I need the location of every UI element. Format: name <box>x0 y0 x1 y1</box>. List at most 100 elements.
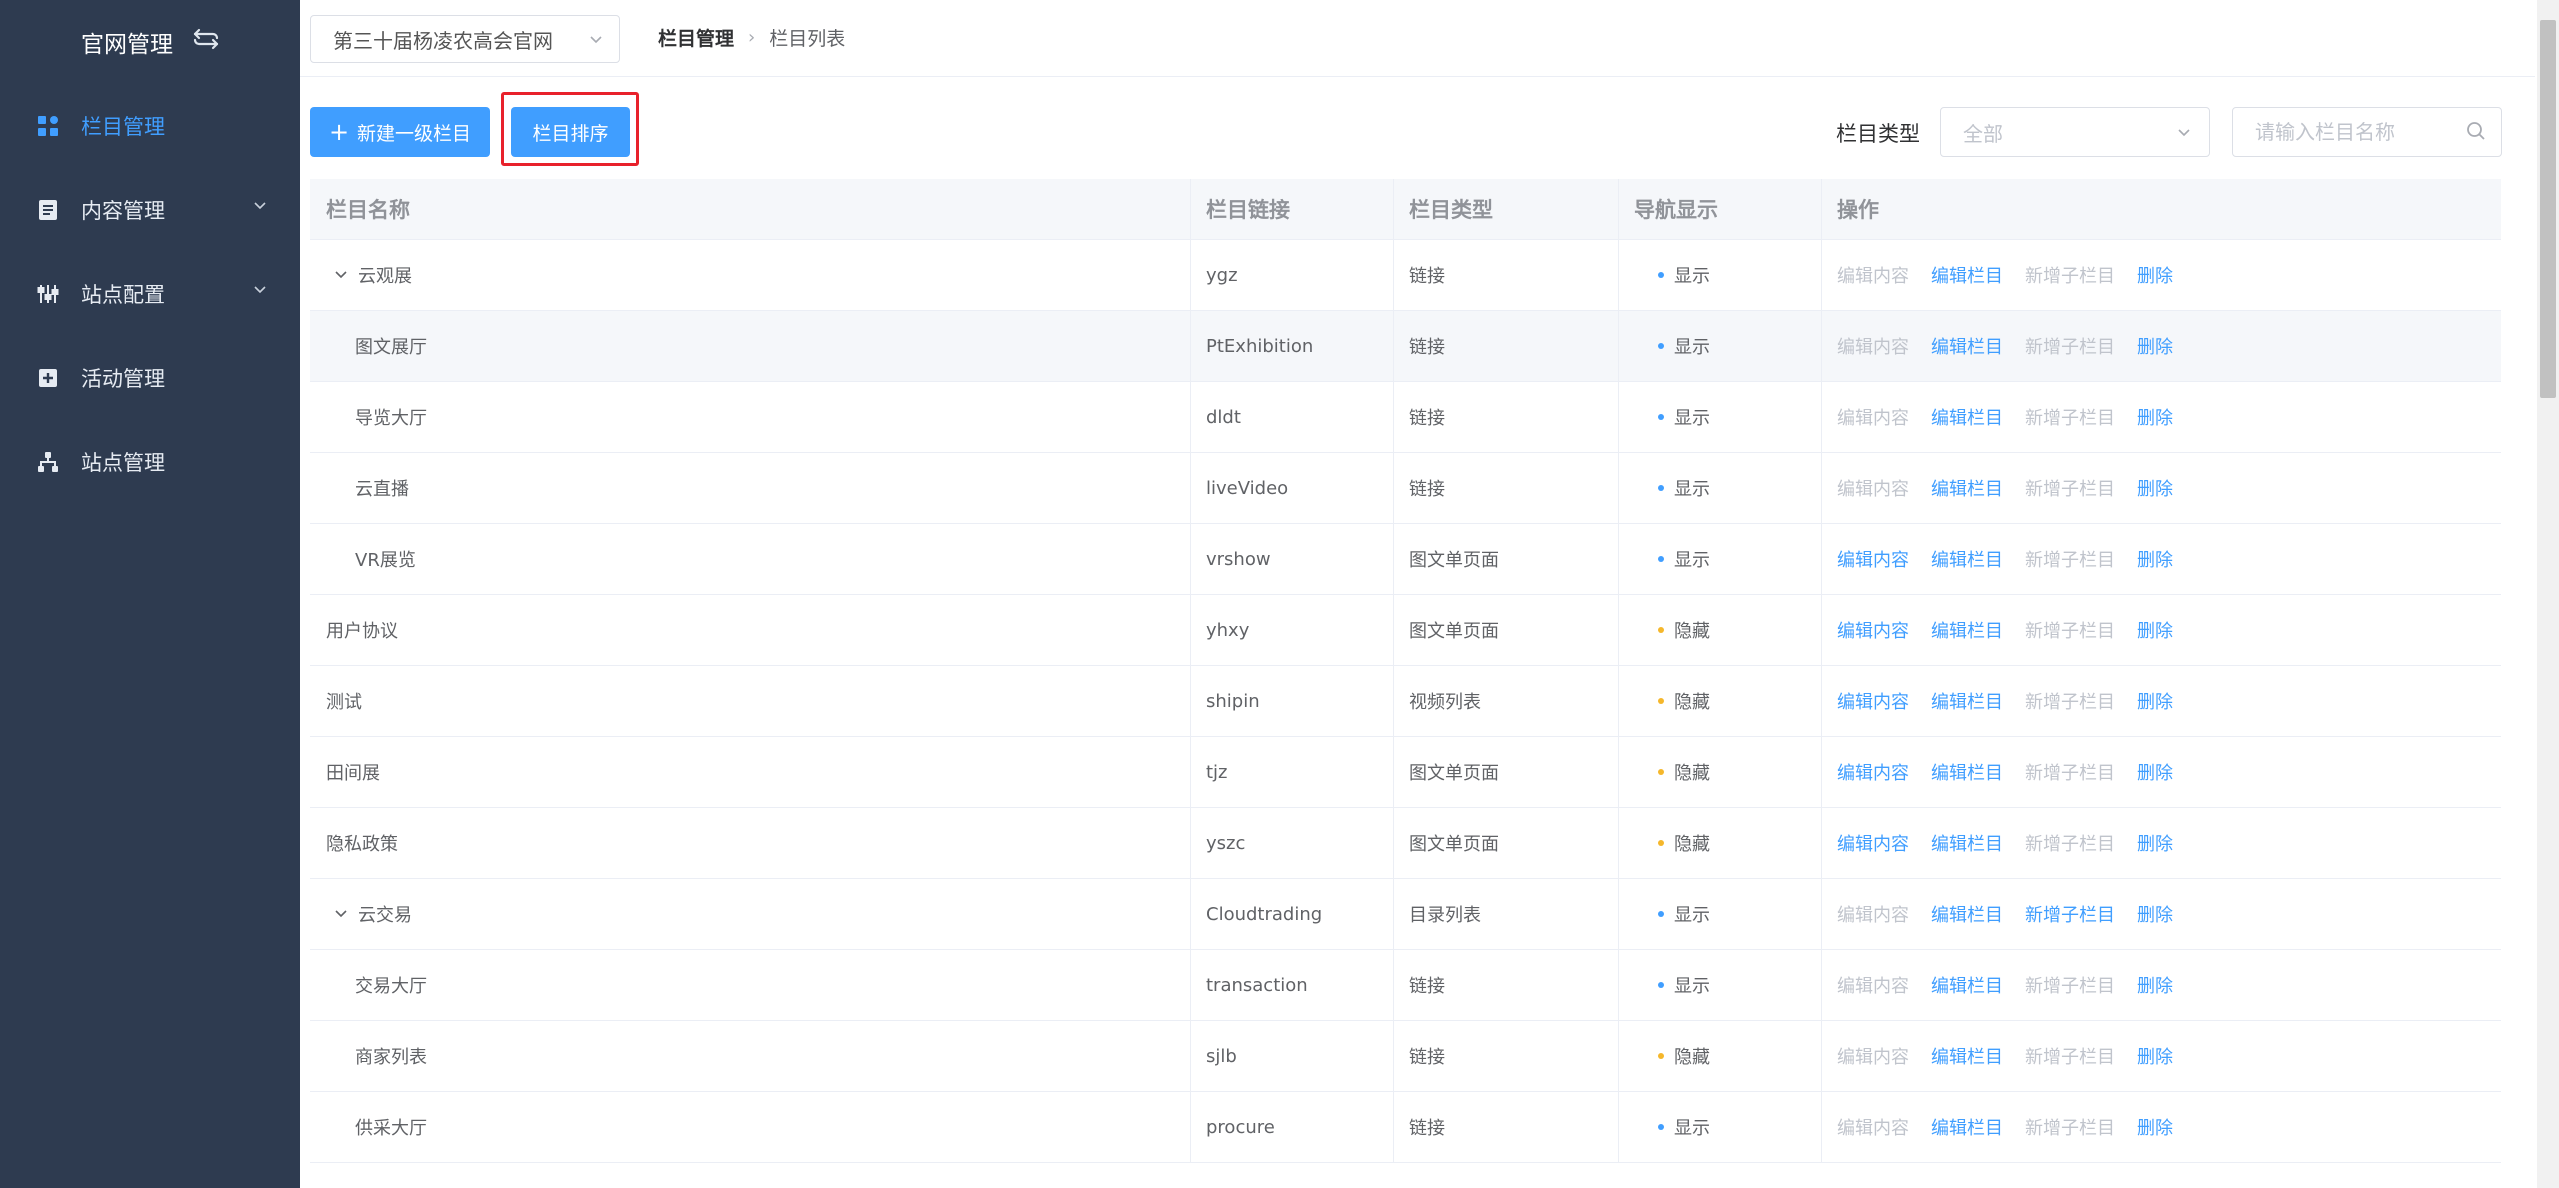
cell-column-name: 隐私政策 <box>310 808 1190 878</box>
sidebar-item-activity-management[interactable]: 活动管理 <box>0 336 300 420</box>
column-name-text: 田间展 <box>326 763 380 784</box>
cell-actions: 编辑内容 编辑栏目 新增子栏目 删除 <box>1821 666 2501 736</box>
sidebar-item-site-management[interactable]: 站点管理 <box>0 420 300 504</box>
column-name-text: 测试 <box>326 692 362 713</box>
cell-nav-display: 显示 <box>1618 311 1821 381</box>
add-subcolumn-link[interactable]: 新增子栏目 <box>2025 830 2115 856</box>
add-subcolumn-link[interactable]: 新增子栏目 <box>2025 404 2115 430</box>
add-subcolumn-link[interactable]: 新增子栏目 <box>2025 1114 2115 1140</box>
collapse-toggle-icon[interactable] <box>193 27 219 57</box>
add-subcolumn-link[interactable]: 新增子栏目 <box>2025 901 2115 927</box>
column-name-text: 图文展厅 <box>355 337 427 358</box>
delete-link[interactable]: 删除 <box>2137 475 2173 501</box>
nav-display-text: 隐藏 <box>1674 834 1710 855</box>
sort-columns-label: 栏目排序 <box>532 122 609 145</box>
cell-column-name: 田间展 <box>310 737 1190 807</box>
edit-content-link[interactable]: 编辑内容 <box>1837 617 1909 643</box>
column-name-text: 隐私政策 <box>326 834 398 855</box>
header-nav-display: 导航显示 <box>1618 179 1821 239</box>
page-scrollbar-thumb[interactable] <box>2540 20 2556 398</box>
status-dot-icon <box>1658 627 1664 633</box>
site-select[interactable]: 第三十届杨凌农高会官网 <box>310 15 620 63</box>
edit-content-link[interactable]: 编辑内容 <box>1837 688 1909 714</box>
add-subcolumn-link[interactable]: 新增子栏目 <box>2025 759 2115 785</box>
add-subcolumn-link[interactable]: 新增子栏目 <box>2025 262 2115 288</box>
delete-link[interactable]: 删除 <box>2137 759 2173 785</box>
delete-link[interactable]: 删除 <box>2137 688 2173 714</box>
status-dot-icon <box>1658 272 1664 278</box>
column-type-select[interactable]: 全部 <box>1940 107 2210 157</box>
edit-column-link[interactable]: 编辑栏目 <box>1931 759 2003 785</box>
delete-link[interactable]: 删除 <box>2137 901 2173 927</box>
edit-column-link[interactable]: 编辑栏目 <box>1931 475 2003 501</box>
sidebar-item-content-management[interactable]: 内容管理 <box>0 168 300 252</box>
edit-column-link[interactable]: 编辑栏目 <box>1931 901 2003 927</box>
edit-content-link[interactable]: 编辑内容 <box>1837 972 1909 998</box>
edit-column-link[interactable]: 编辑栏目 <box>1931 1043 2003 1069</box>
delete-link[interactable]: 删除 <box>2137 1114 2173 1140</box>
edit-content-link[interactable]: 编辑内容 <box>1837 262 1909 288</box>
edit-content-link[interactable]: 编辑内容 <box>1837 1043 1909 1069</box>
add-subcolumn-link[interactable]: 新增子栏目 <box>2025 617 2115 643</box>
sort-columns-button[interactable]: 栏目排序 <box>511 107 630 157</box>
columns-table: 栏目名称 栏目链接 栏目类型 导航显示 操作 云观展 ygz 链接 显示 编辑内容 编辑栏… <box>310 179 2501 1163</box>
edit-column-link[interactable]: 编辑栏目 <box>1931 262 2003 288</box>
edit-column-link[interactable]: 编辑栏目 <box>1931 688 2003 714</box>
delete-link[interactable]: 删除 <box>2137 830 2173 856</box>
breadcrumb-item-column-management[interactable]: 栏目管理 <box>658 24 734 51</box>
table-body: 云观展 ygz 链接 显示 编辑内容 编辑栏目 新增子栏目 删除 图文展厅 PtExhibitio… <box>310 240 2501 1163</box>
page-scrollbar[interactable] <box>2537 0 2559 1188</box>
cell-actions: 编辑内容 编辑栏目 新增子栏目 删除 <box>1821 524 2501 594</box>
column-type-label: 栏目类型 <box>1836 122 1920 146</box>
delete-link[interactable]: 删除 <box>2137 972 2173 998</box>
cell-column-name: VR展览 <box>310 524 1190 594</box>
edit-column-link[interactable]: 编辑栏目 <box>1931 333 2003 359</box>
delete-link[interactable]: 删除 <box>2137 1043 2173 1069</box>
cell-nav-display: 显示 <box>1618 524 1821 594</box>
delete-link[interactable]: 删除 <box>2137 546 2173 572</box>
sidebar-item-site-config[interactable]: 站点配置 <box>0 252 300 336</box>
expand-arrow-icon[interactable] <box>334 268 348 282</box>
new-top-level-column-button[interactable]: + 新建一级栏目 <box>310 107 490 157</box>
cell-column-type: 目录列表 <box>1393 879 1618 949</box>
edit-content-link[interactable]: 编辑内容 <box>1837 1114 1909 1140</box>
cell-nav-display: 显示 <box>1618 240 1821 310</box>
column-name-text: 供采大厅 <box>355 1118 427 1139</box>
column-name-text: VR展览 <box>355 550 416 571</box>
sidebar-item-column-management[interactable]: 栏目管理 <box>0 84 300 168</box>
edit-content-link[interactable]: 编辑内容 <box>1837 546 1909 572</box>
cell-nav-display: 显示 <box>1618 1092 1821 1162</box>
edit-content-link[interactable]: 编辑内容 <box>1837 404 1909 430</box>
delete-link[interactable]: 删除 <box>2137 404 2173 430</box>
edit-content-link[interactable]: 编辑内容 <box>1837 759 1909 785</box>
edit-column-link[interactable]: 编辑栏目 <box>1931 972 2003 998</box>
edit-content-link[interactable]: 编辑内容 <box>1837 830 1909 856</box>
table-row: 云观展 ygz 链接 显示 编辑内容 编辑栏目 新增子栏目 删除 <box>310 240 2501 311</box>
nav-display-text: 隐藏 <box>1674 692 1710 713</box>
add-subcolumn-link[interactable]: 新增子栏目 <box>2025 333 2115 359</box>
add-subcolumn-link[interactable]: 新增子栏目 <box>2025 475 2115 501</box>
sidebar-item-label: 活动管理 <box>81 367 165 391</box>
edit-column-link[interactable]: 编辑栏目 <box>1931 404 2003 430</box>
add-subcolumn-link[interactable]: 新增子栏目 <box>2025 1043 2115 1069</box>
edit-column-link[interactable]: 编辑栏目 <box>1931 830 2003 856</box>
edit-content-link[interactable]: 编辑内容 <box>1837 475 1909 501</box>
sidebar-item-label: 站点配置 <box>81 283 165 307</box>
add-subcolumn-link[interactable]: 新增子栏目 <box>2025 972 2115 998</box>
delete-link[interactable]: 删除 <box>2137 262 2173 288</box>
edit-column-link[interactable]: 编辑栏目 <box>1931 617 2003 643</box>
column-name-search-input[interactable] <box>2232 107 2502 157</box>
sidebar-menu: 栏目管理 内容管理 站点配置 活动管理 站点管理 <box>0 84 300 504</box>
delete-link[interactable]: 删除 <box>2137 617 2173 643</box>
cell-column-link: shipin <box>1190 666 1393 736</box>
edit-column-link[interactable]: 编辑栏目 <box>1931 1114 2003 1140</box>
edit-column-link[interactable]: 编辑栏目 <box>1931 546 2003 572</box>
header-column-link: 栏目链接 <box>1190 179 1393 239</box>
delete-link[interactable]: 删除 <box>2137 333 2173 359</box>
add-subcolumn-link[interactable]: 新增子栏目 <box>2025 688 2115 714</box>
search-icon[interactable] <box>2466 121 2486 141</box>
edit-content-link[interactable]: 编辑内容 <box>1837 901 1909 927</box>
edit-content-link[interactable]: 编辑内容 <box>1837 333 1909 359</box>
expand-arrow-icon[interactable] <box>334 907 348 921</box>
add-subcolumn-link[interactable]: 新增子栏目 <box>2025 546 2115 572</box>
